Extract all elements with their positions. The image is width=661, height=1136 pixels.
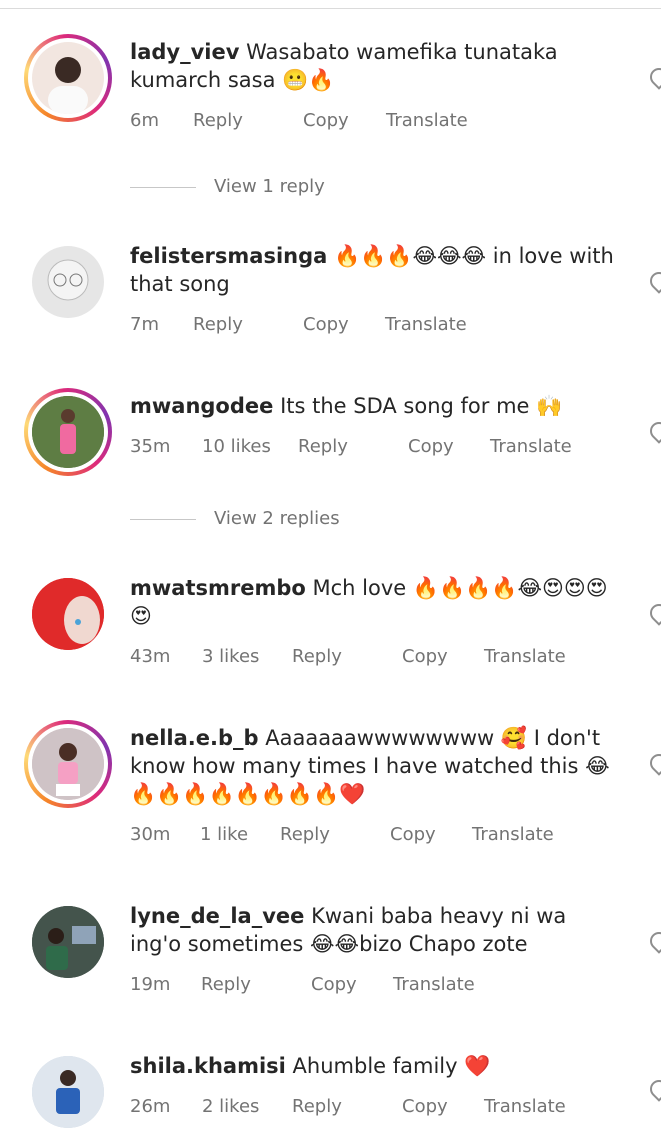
timestamp: 30m (130, 824, 171, 845)
comment-text: mwatsmrembo Mch love 🔥🔥🔥🔥😂😍😍😍😍 (130, 574, 620, 630)
username[interactable]: mwangodee (130, 394, 273, 418)
avatar-image (32, 246, 104, 318)
copy-button[interactable]: Copy (311, 974, 357, 995)
avatar[interactable] (24, 720, 112, 808)
reply-button[interactable]: Reply (193, 314, 243, 335)
view-replies-label: View 1 reply (214, 176, 325, 197)
comment-actions: 19m Reply Copy Translate (130, 974, 530, 998)
reply-button[interactable]: Reply (193, 110, 243, 131)
comment-text: shila.khamisi Ahumble family ❤️ (130, 1052, 620, 1080)
avatar[interactable] (24, 898, 112, 986)
avatar-image (32, 1056, 104, 1128)
timestamp: 7m (130, 314, 159, 335)
reply-button[interactable]: Reply (298, 436, 348, 457)
comment-text: felistersmasinga 🔥🔥🔥😂😂😂 in love with tha… (130, 242, 620, 298)
avatar-image (32, 578, 104, 650)
timestamp: 19m (130, 974, 171, 995)
comment-actions: 26m 2 likes Reply Copy Translate (130, 1096, 610, 1120)
translate-button[interactable]: Translate (490, 436, 572, 457)
comment-text: lady_viev Wasabato wamefika tunataka kum… (130, 38, 620, 94)
copy-button[interactable]: Copy (402, 1096, 448, 1117)
comment-actions: 43m 3 likes Reply Copy Translate (130, 646, 610, 670)
view-replies-button[interactable]: View 1 reply (130, 176, 430, 200)
comment-body: Its the SDA song for me 🙌 (280, 394, 563, 418)
username[interactable]: shila.khamisi (130, 1054, 286, 1078)
timestamp: 26m (130, 1096, 171, 1117)
copy-button[interactable]: Copy (408, 436, 454, 457)
timestamp: 43m (130, 646, 171, 667)
comment-body: Ahumble family ❤️ (292, 1054, 491, 1078)
like-heart-icon[interactable] (646, 750, 661, 776)
copy-button[interactable]: Copy (303, 110, 349, 131)
avatar-image (32, 906, 104, 978)
avatar[interactable] (24, 388, 112, 476)
comment-text: nella.e.b_b Aaaaaaawwwwwwww 🥰 I don't kn… (130, 724, 620, 808)
username[interactable]: nella.e.b_b (130, 726, 259, 750)
translate-button[interactable]: Translate (386, 110, 468, 131)
username[interactable]: lyne_de_la_vee (130, 904, 304, 928)
username[interactable]: felistersmasinga (130, 244, 327, 268)
comment-actions: 35m 10 likes Reply Copy Translate (130, 436, 610, 460)
comment-actions: 30m 1 like Reply Copy Translate (130, 824, 610, 848)
avatar-image (32, 42, 104, 114)
timestamp: 35m (130, 436, 171, 457)
like-heart-icon[interactable] (646, 64, 661, 90)
translate-button[interactable]: Translate (385, 314, 467, 335)
like-heart-icon[interactable] (646, 1076, 661, 1102)
avatar[interactable] (24, 34, 112, 122)
avatar-image (32, 728, 104, 800)
avatar[interactable] (24, 238, 112, 326)
translate-button[interactable]: Translate (484, 1096, 566, 1117)
avatar[interactable] (24, 570, 112, 658)
comment-text: lyne_de_la_vee Kwani baba heavy ni wa in… (130, 902, 620, 958)
comment-actions: 7m Reply Copy Translate (130, 314, 530, 338)
like-count[interactable]: 3 likes (202, 646, 259, 667)
divider (0, 8, 661, 9)
copy-button[interactable]: Copy (303, 314, 349, 335)
divider (130, 187, 196, 188)
reply-button[interactable]: Reply (280, 824, 330, 845)
copy-button[interactable]: Copy (390, 824, 436, 845)
reply-button[interactable]: Reply (292, 1096, 342, 1117)
translate-button[interactable]: Translate (472, 824, 554, 845)
comment-actions: 6m Reply Copy Translate (130, 110, 530, 134)
view-replies-button[interactable]: View 2 replies (130, 508, 430, 532)
avatar[interactable] (24, 1048, 112, 1136)
username[interactable]: mwatsmrembo (130, 576, 306, 600)
like-count[interactable]: 1 like (200, 824, 248, 845)
like-heart-icon[interactable] (646, 268, 661, 294)
divider (130, 519, 196, 520)
like-heart-icon[interactable] (646, 600, 661, 626)
translate-button[interactable]: Translate (393, 974, 475, 995)
comment-text: mwangodee Its the SDA song for me 🙌 (130, 392, 620, 420)
like-count[interactable]: 10 likes (202, 436, 271, 457)
like-count[interactable]: 2 likes (202, 1096, 259, 1117)
timestamp: 6m (130, 110, 159, 131)
username[interactable]: lady_viev (130, 40, 239, 64)
like-heart-icon[interactable] (646, 418, 661, 444)
like-heart-icon[interactable] (646, 928, 661, 954)
reply-button[interactable]: Reply (201, 974, 251, 995)
copy-button[interactable]: Copy (402, 646, 448, 667)
view-replies-label: View 2 replies (214, 508, 340, 529)
avatar-image (32, 396, 104, 468)
translate-button[interactable]: Translate (484, 646, 566, 667)
reply-button[interactable]: Reply (292, 646, 342, 667)
